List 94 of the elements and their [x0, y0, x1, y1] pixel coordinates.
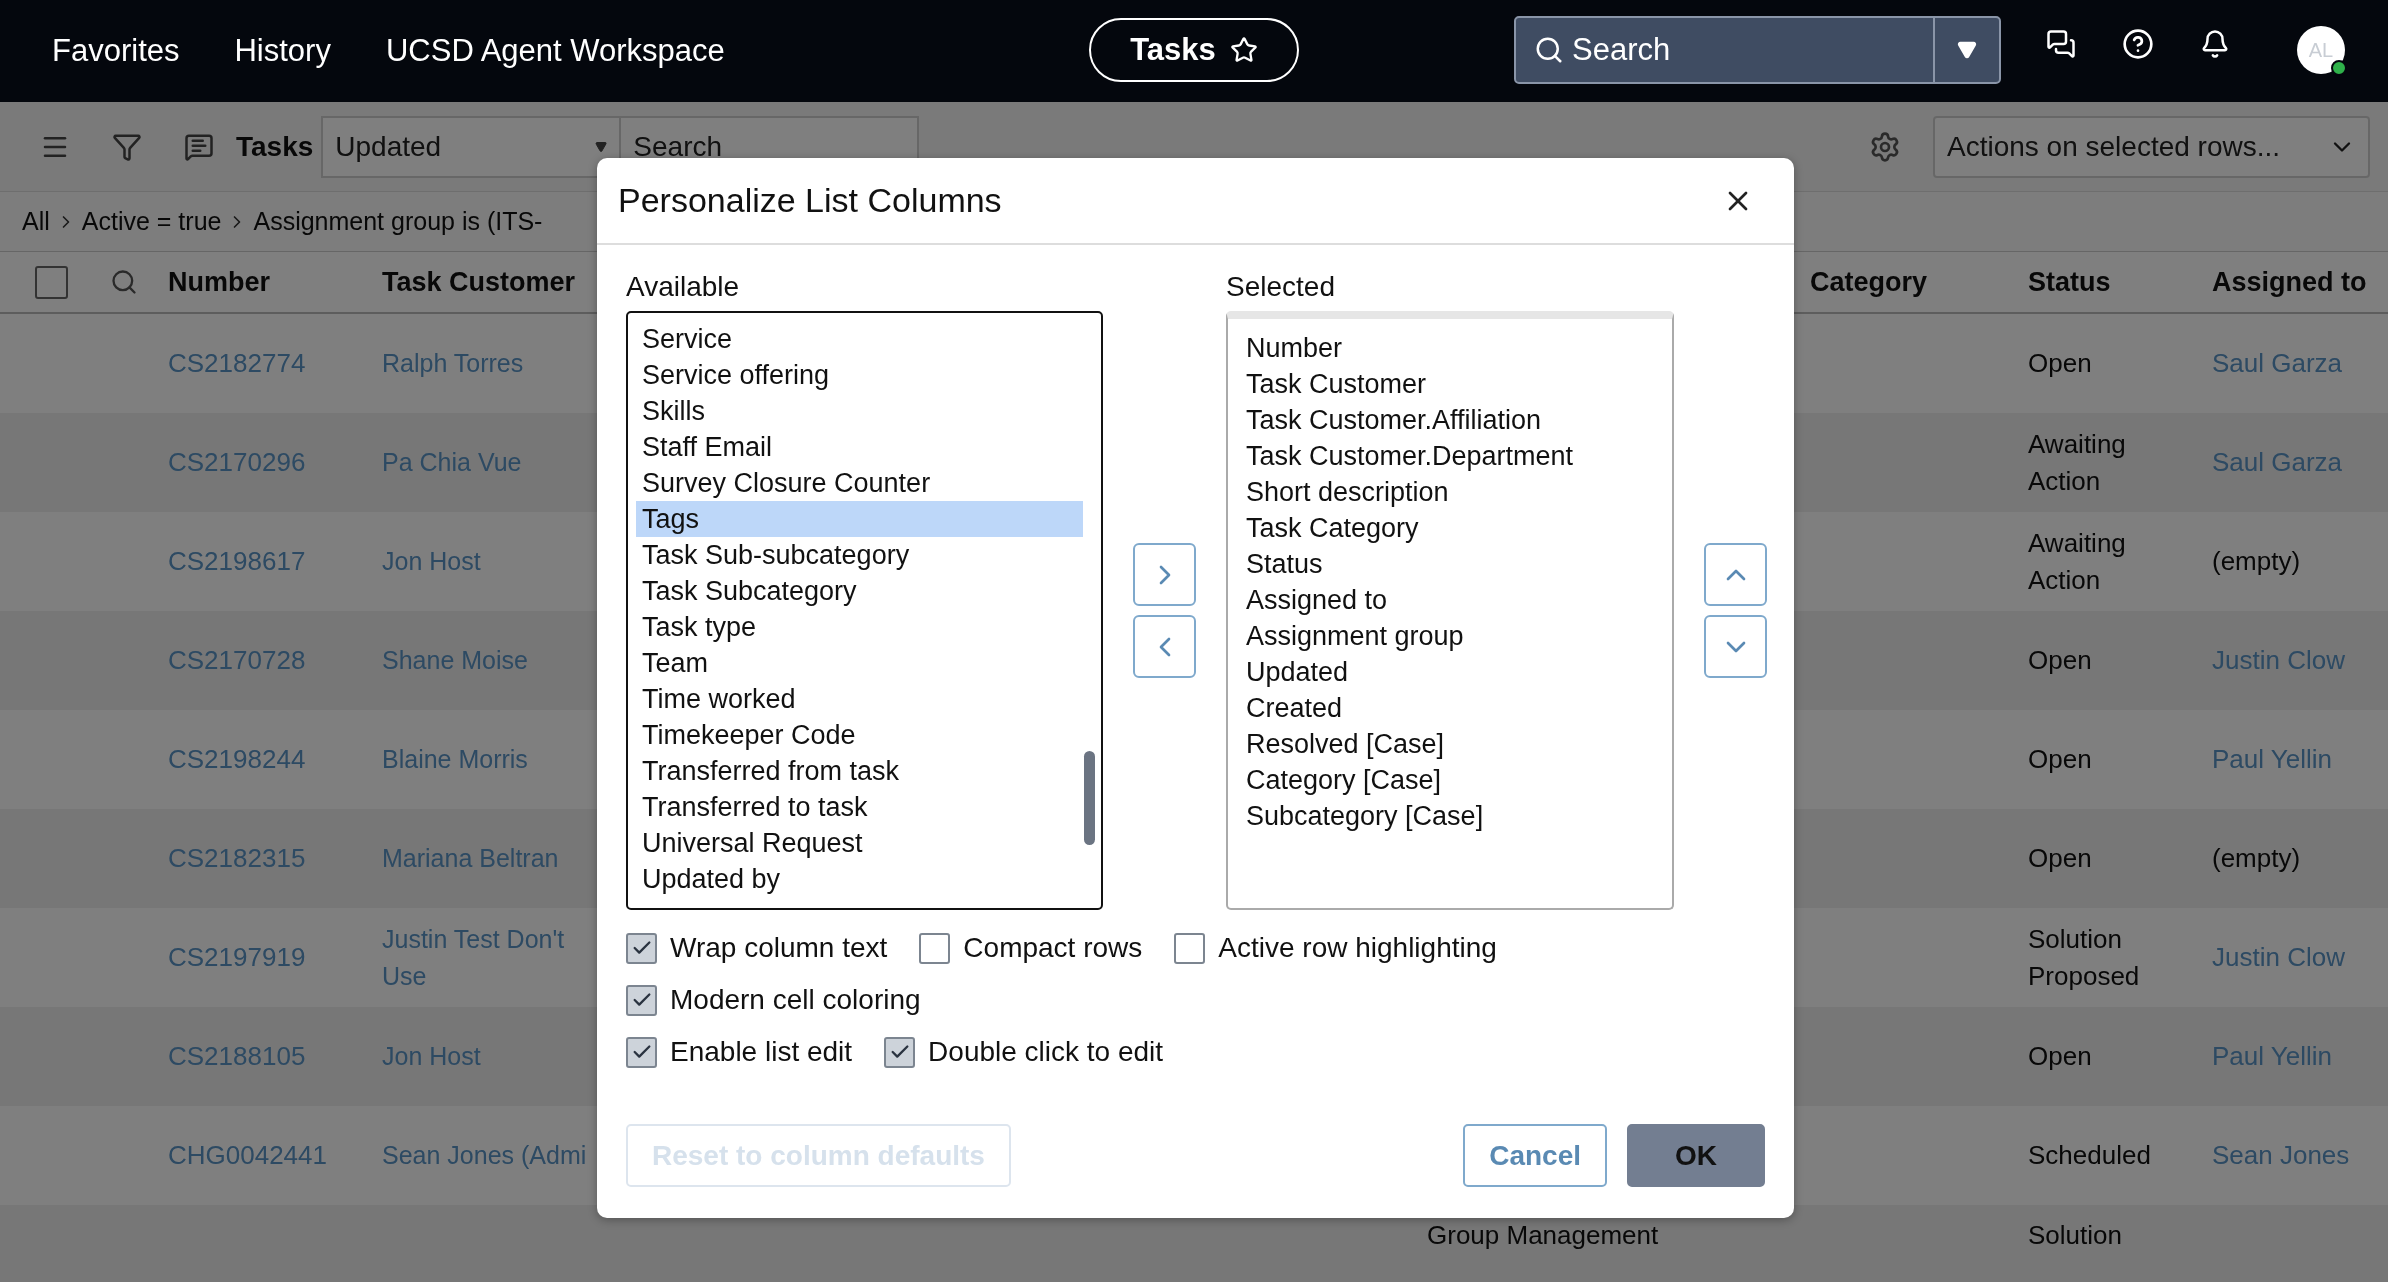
search-icon	[1534, 35, 1564, 65]
checkbox[interactable]	[626, 984, 657, 1016]
add-button[interactable]	[1133, 543, 1196, 606]
online-indicator	[2331, 60, 2347, 76]
list-item[interactable]: Short description	[1240, 474, 1660, 510]
tasks-button[interactable]: Tasks	[1089, 18, 1299, 82]
list-item[interactable]: Category [Case]	[1240, 762, 1660, 798]
available-list[interactable]	[626, 311, 1103, 910]
status-cell-text: Scheduled	[2028, 1139, 2152, 1172]
nav-link[interactable]: History	[234, 33, 331, 69]
dialog-title: Personalize List Columns	[618, 181, 1002, 220]
status-cell-text: Solution	[2028, 1219, 2123, 1252]
checkbox[interactable]	[626, 1036, 657, 1068]
notification-icon[interactable]	[2200, 29, 2230, 59]
list-item[interactable]: Status	[1240, 546, 1660, 582]
list-item[interactable]: Number	[1240, 330, 1660, 366]
status-cell-text: Open	[2028, 347, 2093, 380]
list-item[interactable]: Created	[1240, 690, 1660, 726]
list-item[interactable]: Subcategory [Case]	[1240, 798, 1660, 834]
table-cell-text: (empty)	[2212, 842, 2302, 875]
checkbox-label: Wrap column text	[670, 932, 888, 964]
checkbox[interactable]	[884, 1036, 916, 1068]
list-item[interactable]: Task Customer.Affiliation	[1240, 402, 1660, 438]
caret-icon	[1957, 40, 1977, 60]
list-item[interactable]: Tags	[636, 501, 1083, 537]
status-cell-text: Awaiting Action	[2028, 526, 2127, 597]
checkbox[interactable]	[626, 932, 657, 964]
list-item[interactable]: Updated by	[636, 861, 1083, 897]
column-header[interactable]: Status	[2028, 266, 2212, 298]
nav-link[interactable]: UCSD Agent Workspace	[385, 33, 725, 69]
remove-button[interactable]	[1133, 615, 1196, 678]
chat-icon[interactable]	[2046, 29, 2076, 59]
list-label: Selected	[1226, 271, 1336, 303]
list-item[interactable]: Timekeeper Code	[636, 717, 1083, 753]
caret-icon	[595, 140, 608, 153]
nav-link[interactable]: Favorites	[52, 33, 180, 69]
actions-select[interactable]: Actions on selected rows...	[1933, 115, 2370, 178]
list-item[interactable]: Time worked	[636, 681, 1083, 717]
move-up-button[interactable]	[1704, 543, 1767, 606]
list-item[interactable]: Service offering	[636, 357, 1083, 393]
status-cell-text: Solution Proposed	[2028, 922, 2141, 993]
list-title: Tasks	[236, 130, 314, 163]
selected-list[interactable]	[1226, 311, 1674, 910]
list-item[interactable]: Updated	[1240, 654, 1660, 690]
checkbox-label: Modern cell coloring	[670, 984, 921, 1016]
list-item[interactable]: Team	[636, 645, 1083, 681]
list-item[interactable]: Transferred from task	[636, 753, 1083, 789]
status-cell-text: Open	[2028, 1040, 2093, 1073]
checkbox-label: Active row highlighting	[1218, 932, 1497, 964]
checkbox[interactable]	[919, 932, 951, 964]
status-cell-text: Open	[2028, 644, 2093, 677]
breadcrumb-link[interactable]: Active = true	[81, 207, 222, 236]
list-label: Available	[626, 271, 741, 303]
breadcrumb-link[interactable]: All	[22, 207, 50, 236]
table-cell-text: (empty)	[2212, 545, 2302, 578]
column-header[interactable]: Category	[1790, 266, 2028, 298]
help-icon[interactable]	[2122, 28, 2154, 60]
select-all-checkbox[interactable]	[35, 265, 68, 299]
table-cell-text: Group Management	[1427, 1219, 1660, 1252]
list-item[interactable]: Assigned to	[1240, 582, 1660, 618]
ok-button[interactable]: OK	[1627, 1124, 1765, 1187]
checkbox-label: Compact rows	[963, 932, 1143, 964]
dialog-button[interactable]: Cancel	[1463, 1124, 1607, 1187]
checkbox[interactable]	[1174, 932, 1206, 964]
list-item[interactable]: Skills	[636, 393, 1083, 429]
scrollbar-thumb[interactable]	[1084, 751, 1095, 845]
status-cell-text: Awaiting Action	[2028, 427, 2127, 498]
status-cell-text: Open	[2028, 743, 2093, 776]
checkbox-label: Enable list edit	[670, 1036, 853, 1068]
list-item[interactable]: Task type	[636, 609, 1083, 645]
star-icon	[1229, 36, 1258, 64]
list-item[interactable]: Universal Request	[636, 825, 1083, 861]
list-item[interactable]: Staff Email	[636, 429, 1083, 465]
list-item[interactable]: Task Subcategory	[636, 573, 1083, 609]
sort-select[interactable]: Updated	[321, 115, 622, 178]
list-item[interactable]: Transferred to task	[636, 789, 1083, 825]
search-field[interactable]: Search	[1564, 18, 1933, 82]
list-item[interactable]: Assignment group	[1240, 618, 1660, 654]
search-icon[interactable]	[110, 268, 138, 296]
search-bar[interactable]: Search	[1514, 16, 2001, 84]
list-item[interactable]: Task Category	[1240, 510, 1660, 546]
checkbox-label: Double click to edit	[928, 1036, 1164, 1068]
settings-icon[interactable]	[1869, 130, 1901, 163]
status-cell-text: Open	[2028, 842, 2093, 875]
list-item[interactable]: Task Customer	[1240, 366, 1660, 402]
list-item[interactable]: Task Sub-subcategory	[636, 537, 1083, 573]
list-item[interactable]: Survey Closure Counter	[636, 465, 1083, 501]
list-item[interactable]: Service	[636, 321, 1083, 357]
move-down-button[interactable]	[1704, 615, 1767, 678]
list-item[interactable]: Resolved [Case]	[1240, 726, 1660, 762]
list-item[interactable]: Task Customer.Department	[1240, 438, 1660, 474]
breadcrumb-link[interactable]: Assignment group is (ITS-	[253, 207, 543, 236]
column-header[interactable]: Number	[168, 266, 382, 298]
column-header[interactable]: Assigned to	[2212, 266, 2388, 298]
